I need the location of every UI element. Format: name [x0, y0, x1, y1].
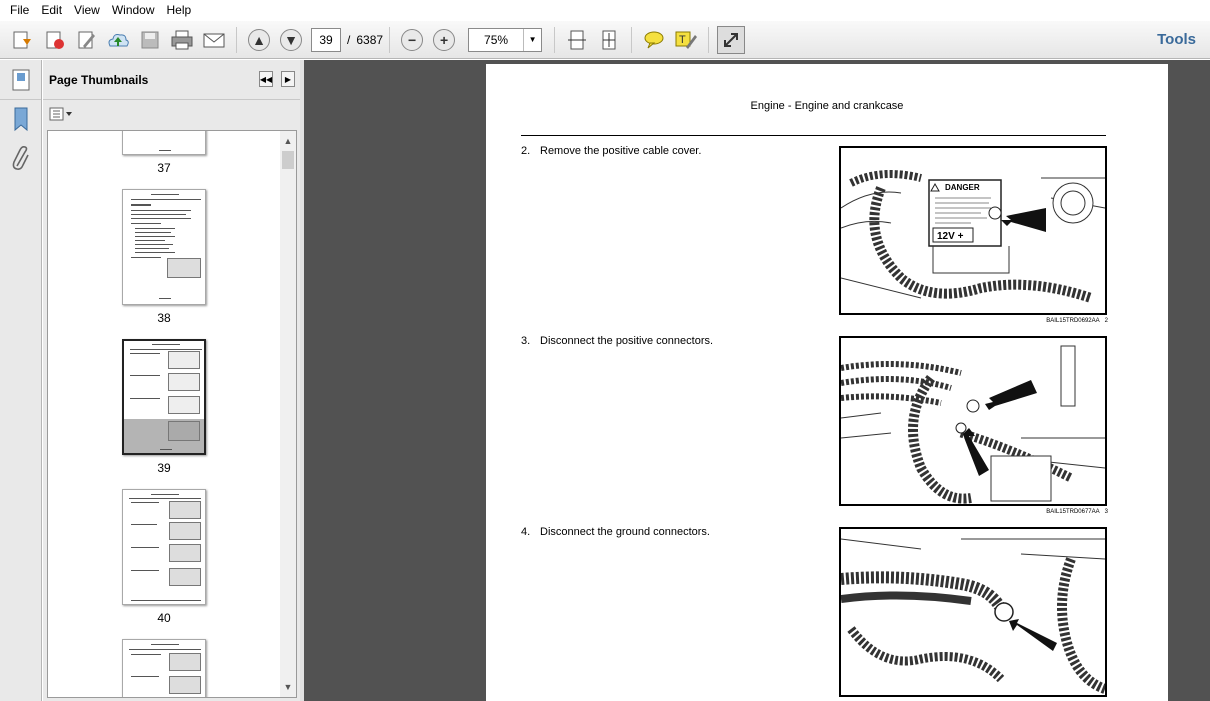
scrollbar-thumb[interactable]	[282, 151, 294, 169]
step-text: Remove the positive cable cover.	[540, 145, 702, 157]
zoom-in-icon[interactable]: +	[430, 26, 458, 54]
page-thumbnails-tab-icon[interactable]	[0, 60, 41, 100]
comment-icon[interactable]	[640, 26, 668, 54]
toolbar-separator	[236, 26, 237, 53]
page-header: Engine - Engine and crankcase	[750, 100, 904, 112]
attachment-icon[interactable]	[0, 140, 41, 180]
thumbnail-page[interactable]	[122, 639, 206, 697]
engine-illustration	[841, 529, 1105, 695]
scroll-up-icon[interactable]: ▲	[280, 133, 296, 149]
figure-positive-connectors	[839, 336, 1107, 506]
next-page-icon[interactable]: ▼	[277, 26, 305, 54]
panel-options[interactable]	[43, 100, 300, 128]
toolbar-separator	[389, 26, 391, 53]
next-panel-icon[interactable]: ▶	[281, 71, 295, 87]
thumbnail-page[interactable]	[122, 489, 206, 605]
toolbar-separator	[554, 26, 556, 53]
danger-label: DANGER	[945, 183, 980, 192]
figure-caption: BAIL15TRD0677AA 3	[1046, 509, 1108, 515]
toolbar-separator	[708, 26, 710, 53]
create-icon[interactable]	[8, 26, 36, 54]
upload-icon[interactable]	[104, 26, 132, 54]
page-separator: /	[347, 32, 351, 47]
document-view[interactable]: Engine - Engine and crankcase 2. Remove t…	[304, 60, 1210, 701]
figure-caption: BAIL15TRD0692AA 2	[1046, 318, 1108, 324]
thumbnail-page-number: 40	[157, 611, 171, 625]
step-text: Disconnect the ground connectors.	[540, 526, 710, 538]
thumbnail-page-number: 37	[157, 161, 171, 175]
options-menu-icon[interactable]	[49, 106, 73, 122]
chevron-down-icon[interactable]: ▼	[523, 28, 541, 51]
thumbnail-page-number: 38	[157, 311, 171, 325]
zoom-value: 75%	[484, 32, 509, 47]
menu-bar: File Edit View Window Help	[0, 0, 1210, 21]
toolbar-separator	[631, 26, 633, 53]
thumbnail-page-number: 39	[157, 461, 171, 475]
panel-header: Page Thumbnails ◀◀ ▶	[43, 60, 300, 100]
page-number-input[interactable]: 39	[311, 27, 341, 52]
thumbnail-scrollbar[interactable]: ▲ ▼	[280, 131, 296, 697]
thumbnail-item[interactable]: 40	[122, 489, 206, 625]
thumbnail-page[interactable]	[122, 339, 206, 455]
step-number: 2.	[521, 145, 531, 157]
scroll-down-icon[interactable]: ▼	[280, 679, 296, 695]
prev-page-icon[interactable]: ▲	[245, 26, 273, 54]
engine-illustration: DANGER 12V +	[841, 148, 1105, 313]
header-rule	[521, 135, 1106, 136]
thumbnail-item[interactable]: 37	[122, 131, 206, 175]
zoom-select[interactable]: 75% ▼	[468, 27, 543, 52]
panel-title: Page Thumbnails	[49, 72, 149, 87]
engine-illustration	[841, 338, 1105, 504]
document-page: Engine - Engine and crankcase 2. Remove t…	[486, 64, 1168, 701]
voltage-label: 12V +	[937, 231, 964, 242]
email-icon[interactable]	[200, 26, 228, 54]
step-2: 2. Remove the positive cable cover.	[521, 145, 701, 157]
toolbar: ▲ ▼ 39 / 6387 − + 75% ▼ T Tools	[0, 21, 1210, 59]
save-icon[interactable]	[136, 26, 164, 54]
tools-button[interactable]: Tools	[1157, 31, 1196, 48]
edit-icon[interactable]	[72, 26, 100, 54]
print-icon[interactable]	[168, 26, 196, 54]
bookmark-icon[interactable]	[0, 100, 41, 140]
step-4: 4. Disconnect the ground connectors.	[521, 526, 710, 538]
export-icon[interactable]	[40, 26, 68, 54]
menu-edit[interactable]: Edit	[35, 0, 68, 21]
thumbnail-page[interactable]	[122, 189, 206, 305]
step-number: 3.	[521, 335, 531, 347]
zoom-out-icon[interactable]: −	[398, 26, 426, 54]
menu-file[interactable]: File	[4, 0, 35, 21]
fullscreen-icon[interactable]	[717, 25, 746, 54]
svg-text:T: T	[679, 34, 686, 46]
highlight-icon[interactable]: T	[672, 26, 700, 54]
menu-window[interactable]: Window	[106, 0, 161, 21]
step-text: Disconnect the positive connectors.	[540, 335, 714, 347]
thumbnail-page[interactable]	[122, 131, 206, 155]
fit-width-icon[interactable]	[563, 26, 591, 54]
thumbnail-item[interactable]	[122, 639, 206, 697]
page-total: 6387	[356, 32, 384, 47]
step-3: 3. Disconnect the positive connectors.	[521, 335, 713, 347]
menu-help[interactable]: Help	[161, 0, 198, 21]
fit-page-icon[interactable]	[595, 26, 623, 54]
figure-positive-cable-cover: DANGER 12V +	[839, 146, 1107, 315]
figure-ground-connectors	[839, 527, 1107, 697]
navigation-pane-strip	[0, 60, 42, 701]
thumbnail-list[interactable]: 37 38 39 40 ▲ ▼	[47, 130, 297, 698]
thumbnail-item[interactable]: 38	[122, 189, 206, 325]
page-thumbnails-panel: Page Thumbnails ◀◀ ▶ 37 38 39 40 ▲ ▼	[43, 60, 300, 701]
collapse-panel-icon[interactable]: ◀◀	[259, 71, 273, 87]
menu-view[interactable]: View	[68, 0, 106, 21]
step-number: 4.	[521, 526, 531, 538]
thumbnail-item-selected[interactable]: 39	[122, 339, 206, 475]
